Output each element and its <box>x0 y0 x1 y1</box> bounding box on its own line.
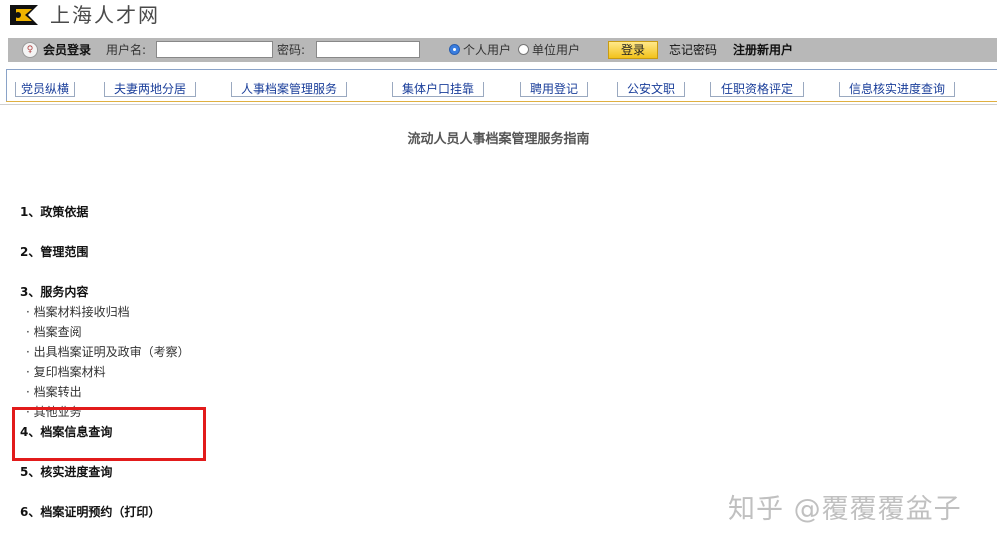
service-item-archive-review[interactable]: · 档案查阅 <box>26 323 82 340</box>
nav-bar: 党员纵横 夫妻两地分居 人事档案管理服务 集体户口挂靠 聘用登记 公安文职 任职… <box>6 69 997 102</box>
member-icon: ♀ <box>22 42 38 58</box>
tab-police-civil[interactable]: 公安文职 <box>617 82 685 97</box>
forgot-password-link[interactable]: 忘记密码 <box>669 38 717 62</box>
section-management-scope[interactable]: 2、管理范围 <box>20 243 88 260</box>
section-policy-basis[interactable]: 1、政策依据 <box>20 203 88 220</box>
highlight-annotation-box <box>12 407 206 461</box>
site-logo-icon <box>10 5 38 25</box>
register-link[interactable]: 注册新用户 <box>733 38 793 62</box>
password-label: 密码: <box>277 43 306 57</box>
service-item-archive-receipt[interactable]: · 档案材料接收归档 <box>26 303 130 320</box>
radio-company[interactable] <box>518 44 529 55</box>
service-item-copy-materials[interactable]: · 复印档案材料 <box>26 363 106 380</box>
section-certificate-booking[interactable]: 6、档案证明预约（打印） <box>20 503 160 520</box>
watermark: 知乎 @覆覆覆盆子 <box>728 494 962 525</box>
radio-company-label[interactable]: 单位用户 <box>532 38 580 62</box>
service-item-certificate[interactable]: · 出具档案证明及政审（考察） <box>26 343 190 360</box>
username-label: 用户名: <box>106 43 147 57</box>
radio-personal-label[interactable]: 个人用户 <box>463 38 511 62</box>
member-login-label: 会员登录 <box>43 43 92 57</box>
tab-party-members[interactable]: 党员纵横 <box>15 82 75 97</box>
page-divider <box>0 104 997 105</box>
tab-employment-registration[interactable]: 聘用登记 <box>520 82 588 97</box>
username-input[interactable] <box>156 41 273 58</box>
service-item-archive-transfer[interactable]: · 档案转出 <box>26 383 82 400</box>
site-header: 上海人才网 <box>0 0 997 36</box>
page-title: 流动人员人事档案管理服务指南 <box>407 132 590 147</box>
radio-personal[interactable] <box>449 44 460 55</box>
section-progress-query[interactable]: 5、核实进度查询 <box>20 463 112 480</box>
login-bar: ♀ 会员登录 用户名: 密码: 个人用户 单位用户 登录 忘记密码 注册新用户 <box>8 38 997 62</box>
tab-personnel-archive-service[interactable]: 人事档案管理服务 <box>231 82 347 97</box>
nav-divider <box>6 101 997 102</box>
login-button[interactable]: 登录 <box>608 41 658 59</box>
tab-couples-separated[interactable]: 夫妻两地分居 <box>104 82 196 97</box>
tab-qualification-review[interactable]: 任职资格评定 <box>710 82 804 97</box>
site-title[interactable]: 上海人才网 <box>50 3 160 27</box>
tab-verification-progress[interactable]: 信息核实进度查询 <box>839 82 955 97</box>
section-service-content[interactable]: 3、服务内容 <box>20 283 88 300</box>
password-input[interactable] <box>316 41 420 58</box>
tab-collective-hukou[interactable]: 集体户口挂靠 <box>392 82 484 97</box>
